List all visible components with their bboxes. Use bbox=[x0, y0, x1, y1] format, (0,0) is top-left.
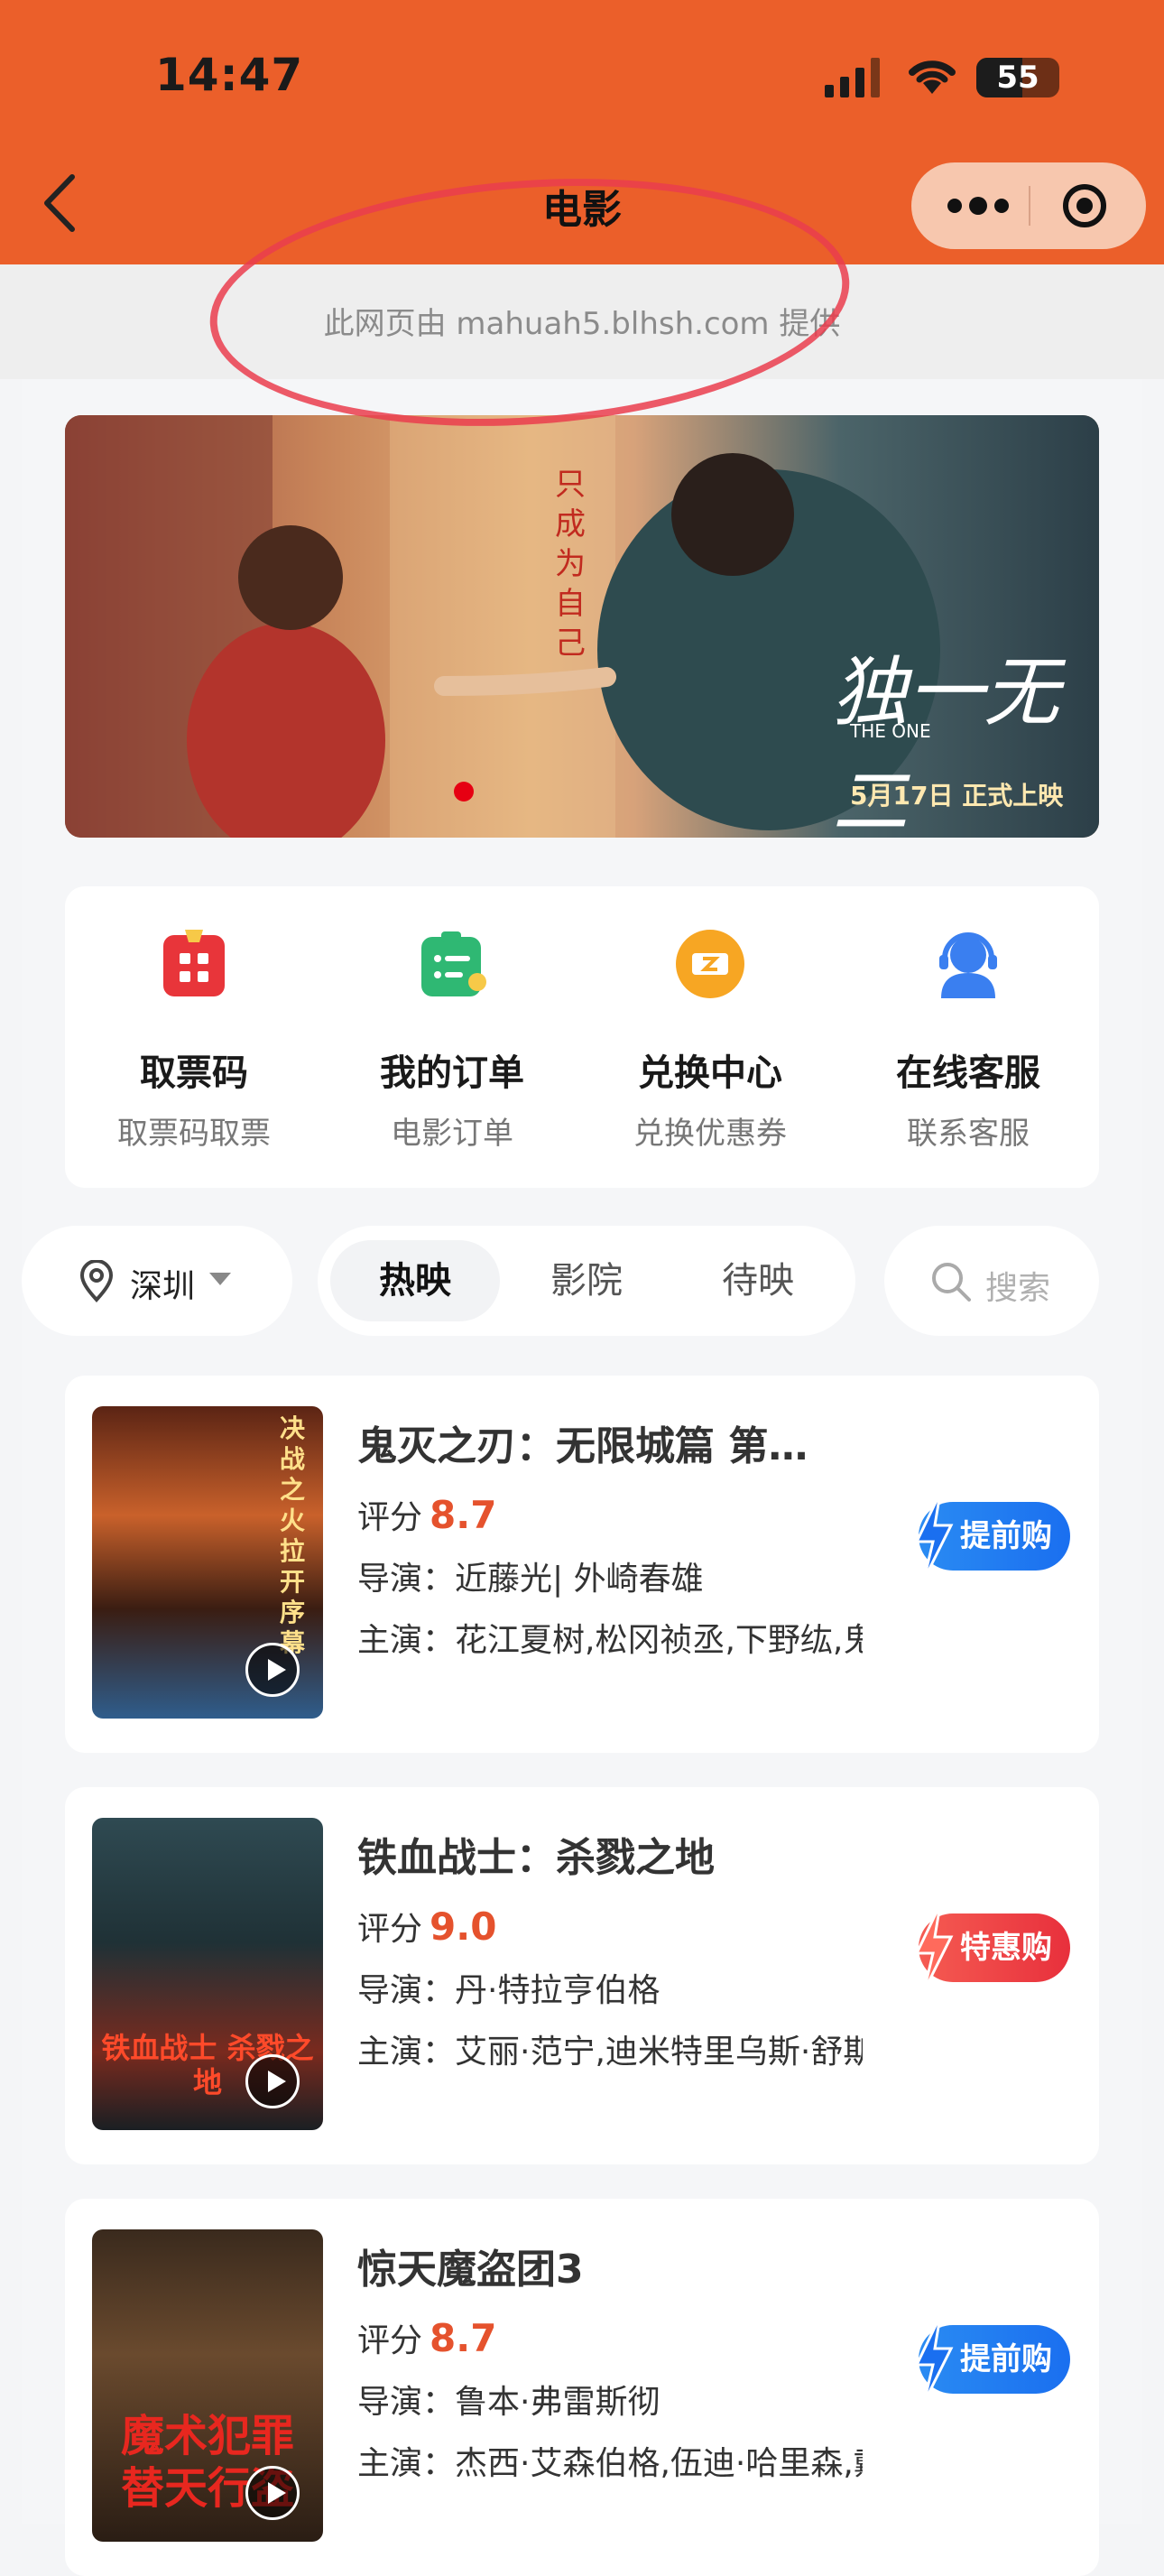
movie-poster[interactable]: 铁血战士 杀戮之地 bbox=[92, 1818, 323, 2130]
score-label: 评分 bbox=[357, 1499, 423, 1536]
movie-card[interactable]: 铁血战士 杀戮之地 铁血战士：杀戮之地 评分 9.0 导演：丹·特拉亨伯格 主演：… bbox=[65, 1787, 1099, 2164]
movie-director: 导演：近藤光| 外崎春雄 bbox=[357, 1552, 863, 1599]
ticket-code-icon bbox=[163, 930, 225, 996]
movie-cast: 主演：艾丽·范宁,迪米特里乌斯·舒斯 bbox=[357, 2025, 863, 2072]
status-time: 14:47 bbox=[155, 49, 304, 101]
cellular-signal-icon bbox=[825, 58, 880, 97]
director-label: 导演： bbox=[357, 1561, 456, 1598]
score-value: 8.7 bbox=[430, 1493, 497, 1537]
poster-caption: 决战之火 拉开序幕 bbox=[279, 1413, 305, 1658]
movie-tabs: 热映 影院 待映 bbox=[318, 1226, 855, 1336]
search-icon bbox=[932, 1263, 971, 1302]
more-menu-icon[interactable] bbox=[942, 186, 1014, 226]
discount-buy-button[interactable]: 特惠购 bbox=[914, 1904, 1070, 1991]
director-value: 鲁本·弗雷斯彻 bbox=[455, 2384, 661, 2421]
play-trailer-icon[interactable] bbox=[245, 1643, 300, 1697]
movie-score: 评分 9.0 bbox=[357, 1903, 496, 1950]
lightning-icon bbox=[914, 1493, 954, 1580]
banner-indicator-dot[interactable] bbox=[454, 782, 474, 802]
quick-entry-ticket-code[interactable]: 取票码 取票码取票 bbox=[65, 886, 323, 1188]
director-value: 近藤光| 外崎春雄 bbox=[455, 1561, 704, 1598]
quick-entry-exchange[interactable]: 兑换中心 兑换优惠券 bbox=[581, 886, 839, 1188]
promo-banner[interactable]: 只成为自己 独一无二 THE ONE 5月17日 正式上映 bbox=[65, 415, 1099, 838]
quick-entry-card: 取票码 取票码取票 我的订单 电影订单 兑换中心 兑换优惠券 在线客服 联系客服 bbox=[65, 886, 1099, 1188]
score-label: 评分 bbox=[357, 2322, 423, 2359]
director-value: 丹·特拉亨伯格 bbox=[455, 1972, 661, 2009]
tab-coming-soon[interactable]: 待映 bbox=[673, 1240, 843, 1321]
buy-button-label: 提前购 bbox=[960, 1518, 1052, 1554]
score-value: 8.7 bbox=[430, 2316, 497, 2360]
movie-poster[interactable]: 决战之火 拉开序幕 bbox=[92, 1406, 323, 1719]
buy-button-label: 特惠购 bbox=[960, 1930, 1052, 1966]
score-label: 评分 bbox=[357, 1911, 423, 1948]
quick-entry-service[interactable]: 在线客服 联系客服 bbox=[839, 886, 1097, 1188]
miniprogram-capsule bbox=[911, 162, 1146, 249]
city-selector[interactable]: 深圳 bbox=[22, 1226, 292, 1336]
presale-button[interactable]: 提前购 bbox=[914, 1493, 1070, 1580]
battery-percent: 55 bbox=[996, 60, 1039, 96]
director-label: 导演： bbox=[357, 2384, 456, 2421]
battery-icon: 55 bbox=[976, 58, 1059, 97]
location-pin-icon bbox=[79, 1260, 114, 1302]
wifi-icon bbox=[909, 60, 956, 94]
capsule-divider bbox=[1029, 186, 1030, 226]
play-trailer-icon[interactable] bbox=[245, 2054, 300, 2108]
quick-entry-name: 兑换中心 bbox=[638, 1052, 782, 1094]
quick-entry-sub: 联系客服 bbox=[907, 1116, 1030, 1152]
banner-movie-subtitle: THE ONE bbox=[850, 720, 931, 742]
city-name: 深圳 bbox=[130, 1268, 196, 1305]
search-button[interactable]: 搜索 bbox=[884, 1226, 1099, 1336]
movie-poster[interactable]: 魔术犯罪 替天行盗 bbox=[92, 2229, 323, 2542]
movie-title: 铁血战士：杀戮之地 bbox=[357, 1835, 715, 1881]
close-miniprogram-icon[interactable] bbox=[1061, 182, 1108, 229]
cast-value: 杰西·艾森伯格,伍迪·哈里森,戴 bbox=[455, 2445, 863, 2482]
lightning-icon bbox=[914, 1904, 954, 1991]
movie-cast: 主演：花江夏树,松冈祯丞,下野纮,鬼头 bbox=[357, 1614, 863, 1661]
play-trailer-icon[interactable] bbox=[245, 2466, 300, 2520]
search-placeholder: 搜索 bbox=[985, 1270, 1051, 1307]
lightning-icon bbox=[914, 2316, 954, 2403]
cast-value: 艾丽·范宁,迪米特里乌斯·舒斯 bbox=[455, 2034, 863, 2071]
tab-now-showing[interactable]: 热映 bbox=[330, 1240, 500, 1321]
coupon-icon bbox=[676, 930, 744, 998]
cast-value: 花江夏树,松冈祯丞,下野纮,鬼头 bbox=[455, 1622, 863, 1659]
movie-title: 鬼灭之刃：无限城篇 第… bbox=[357, 1423, 808, 1469]
customer-service-icon bbox=[939, 932, 997, 998]
tab-cinemas[interactable]: 影院 bbox=[502, 1240, 671, 1321]
movie-card[interactable]: 魔术犯罪 替天行盗 惊天魔盗团3 评分 8.7 导演：鲁本·弗雷斯彻 主演：杰西·… bbox=[65, 2199, 1099, 2576]
quick-entry-name: 我的订单 bbox=[380, 1052, 524, 1094]
cast-label: 主演： bbox=[357, 2034, 456, 2071]
cast-label: 主演： bbox=[357, 2445, 456, 2482]
presale-button[interactable]: 提前购 bbox=[914, 2316, 1070, 2403]
quick-entry-sub: 取票码取票 bbox=[117, 1116, 271, 1152]
buy-button-label: 提前购 bbox=[960, 2341, 1052, 2377]
quick-entry-sub: 兑换优惠券 bbox=[633, 1116, 787, 1152]
movie-director: 导演：鲁本·弗雷斯彻 bbox=[357, 2376, 863, 2423]
chevron-down-icon bbox=[209, 1273, 231, 1285]
order-list-icon bbox=[421, 931, 486, 996]
director-label: 导演： bbox=[357, 1972, 456, 2009]
cast-label: 主演： bbox=[357, 1622, 456, 1659]
movie-title: 惊天魔盗团3 bbox=[357, 2247, 584, 2293]
score-value: 9.0 bbox=[430, 1904, 497, 1949]
movie-score: 评分 8.7 bbox=[357, 2314, 496, 2361]
movie-card[interactable]: 决战之火 拉开序幕 鬼灭之刃：无限城篇 第… 评分 8.7 导演：近藤光| 外崎春… bbox=[65, 1376, 1099, 1753]
quick-entry-sub: 电影订单 bbox=[391, 1116, 513, 1152]
quick-entry-name: 在线客服 bbox=[896, 1052, 1040, 1094]
movie-score: 评分 8.7 bbox=[357, 1491, 496, 1538]
banner-vertical-text: 只成为自己 bbox=[555, 467, 586, 662]
movie-cast: 主演：杰西·艾森伯格,伍迪·哈里森,戴 bbox=[357, 2437, 863, 2484]
quick-entry-orders[interactable]: 我的订单 电影订单 bbox=[323, 886, 581, 1188]
quick-entry-name: 取票码 bbox=[140, 1052, 248, 1094]
movie-director: 导演：丹·特拉亨伯格 bbox=[357, 1964, 863, 2011]
banner-release-date: 5月17日 正式上映 bbox=[850, 781, 1064, 811]
